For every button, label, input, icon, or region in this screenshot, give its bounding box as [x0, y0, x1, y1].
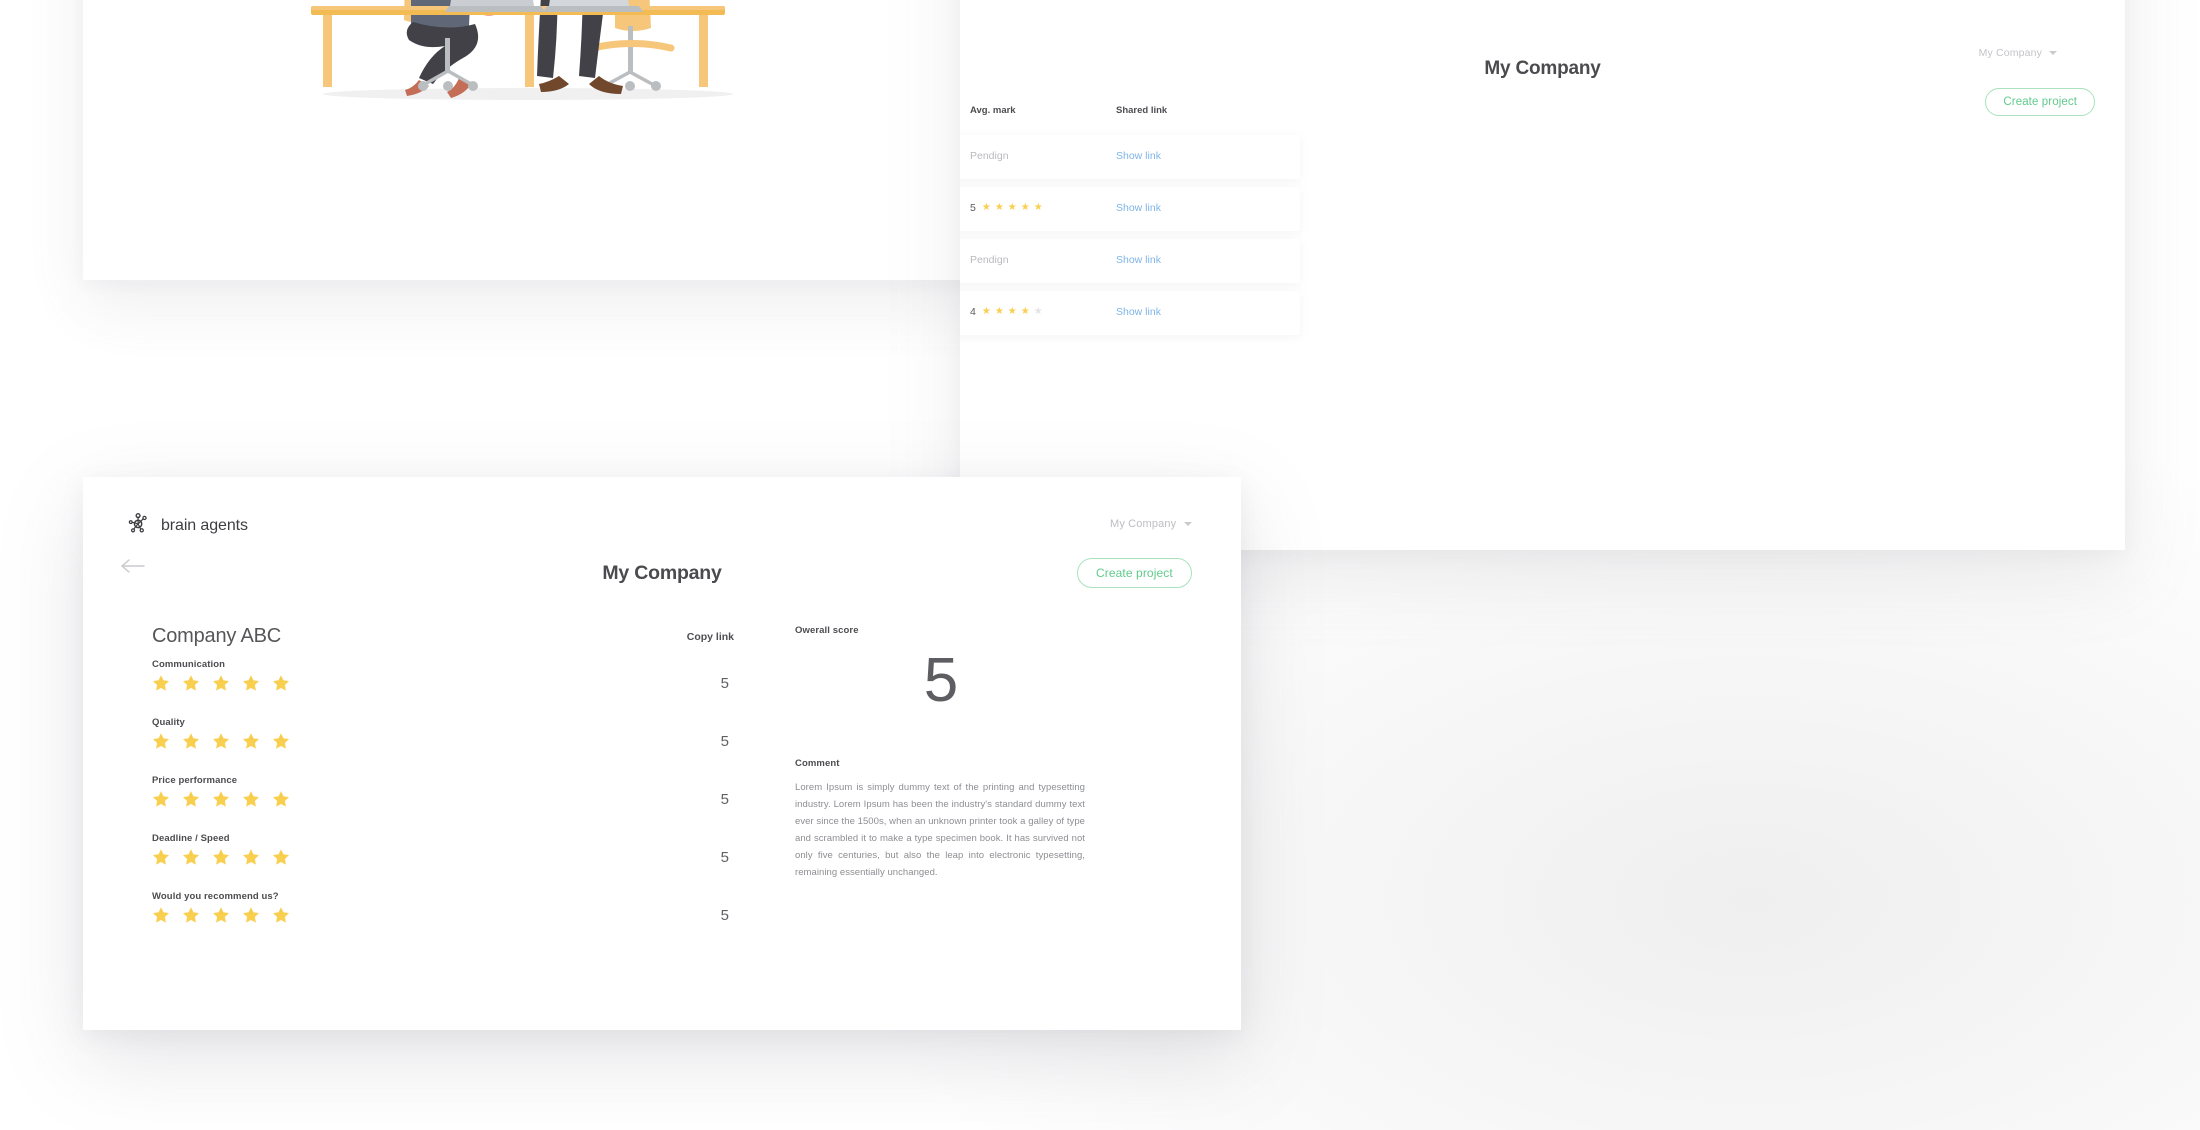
bg-table-header: Avg. mark Shared link — [960, 105, 1300, 135]
star-icon: ★ — [1020, 306, 1030, 317]
star-icon: ★ — [994, 306, 1004, 317]
criterion-value: 5 — [720, 675, 729, 692]
bg-page-title: My Company — [1484, 58, 1601, 79]
company-selector-label: My Company — [1110, 518, 1177, 530]
star-icon[interactable]: 5 — [272, 790, 290, 808]
criterion-stars[interactable]: 1 2 3 4 5 — [152, 906, 742, 924]
criterion-label: Communication — [152, 659, 226, 670]
review-criteria-panel: Company ABC Copy link Communication 1 2 … — [152, 625, 742, 949]
star-icon: ★ — [981, 202, 991, 213]
star-icon[interactable]: 3 — [212, 848, 230, 866]
bg-row-show-link[interactable]: Show link — [1116, 202, 1161, 214]
star-icon[interactable]: 1 — [152, 790, 170, 808]
criterion-row: Communication 1 2 3 4 5 5 — [152, 659, 742, 717]
bg-row-show-link[interactable]: Show link — [1116, 306, 1161, 318]
reviewed-company-name: Company ABC — [152, 625, 281, 647]
criterion-value: 5 — [720, 791, 729, 808]
star-icon[interactable]: 5 — [272, 848, 290, 866]
comment-label: Comment — [795, 758, 840, 769]
star-icon[interactable]: 1 — [152, 848, 170, 866]
brand-logo[interactable]: brain agents — [128, 512, 248, 539]
star-icon[interactable]: 5 — [272, 674, 290, 692]
company-selector[interactable]: My Company — [1110, 518, 2127, 530]
star-icon[interactable]: 1 — [152, 674, 170, 692]
bg-row-mark: 5 ★ ★ ★ ★ ★ — [970, 202, 1043, 214]
criterion-value: 5 — [720, 849, 729, 866]
projects-card: My Company My Company Create project Avg… — [960, 0, 2125, 550]
criterion-stars[interactable]: 1 2 3 4 5 — [152, 674, 742, 692]
star-icon[interactable]: 4 — [242, 732, 260, 750]
star-icon[interactable]: 1 — [152, 732, 170, 750]
review-header: Company ABC Copy link — [152, 625, 742, 659]
bg-row-show-link[interactable]: Show link — [1116, 254, 1161, 266]
star-icon: ★ — [1007, 202, 1017, 213]
chevron-down-icon — [1184, 522, 1193, 526]
overall-score-label: Owerall score — [795, 625, 859, 636]
star-icon[interactable]: 3 — [212, 732, 230, 750]
star-icon[interactable]: 2 — [182, 906, 200, 924]
brand-name: brain agents — [161, 516, 248, 534]
bg-col-shared-link: Shared link — [1116, 105, 1168, 116]
bg-row-mark: Pendign — [970, 150, 1009, 162]
star-icon: ★ — [1033, 202, 1043, 213]
star-icon[interactable]: 3 — [212, 674, 230, 692]
criterion-value: 5 — [720, 733, 729, 750]
bg-projects-table: Avg. mark Shared link Pendign Show link … — [960, 105, 1300, 343]
create-project-button[interactable]: Create project — [1077, 558, 1192, 588]
star-icon: ★ — [1007, 306, 1017, 317]
star-icon[interactable]: 5 — [272, 732, 290, 750]
star-icon[interactable]: 3 — [212, 790, 230, 808]
star-icon: ★ — [994, 202, 1004, 213]
star-icon: ★ — [1020, 202, 1030, 213]
bg-create-project-button[interactable]: Create project — [1985, 88, 2095, 116]
star-icon[interactable]: 4 — [242, 848, 260, 866]
bg-row-mark: Pendign — [970, 254, 1009, 266]
criterion-stars[interactable]: 1 2 3 4 5 — [152, 790, 742, 808]
table-row[interactable]: Pendign Show link — [960, 135, 1300, 179]
bg-col-avg-mark: Avg. mark — [970, 105, 1016, 116]
criterion-row: Deadline / Speed 1 2 3 4 5 5 — [152, 833, 742, 891]
criterion-row: Would you recommend us? 1 2 3 4 5 5 — [152, 891, 742, 949]
overall-and-comment-panel: Owerall score 5 Comment Lorem Ipsum is s… — [795, 625, 1085, 881]
copy-link-label[interactable]: Copy link — [687, 631, 734, 643]
page-title: My Company — [602, 562, 722, 584]
star-icon[interactable]: 2 — [182, 848, 200, 866]
star-icon[interactable]: 4 — [242, 790, 260, 808]
molecule-network-icon — [128, 512, 150, 539]
table-row[interactable]: Company LTC Pendign Show link — [960, 239, 1300, 283]
criterion-row: Price performance 1 2 3 4 5 5 — [152, 775, 742, 833]
star-icon[interactable]: 2 — [182, 674, 200, 692]
comment-text: Lorem Ipsum is simply dummy text of the … — [795, 782, 1085, 878]
bg-row-show-link[interactable]: Show link — [1116, 150, 1161, 162]
criterion-label: Quality — [152, 717, 185, 728]
chevron-down-icon — [2049, 51, 2057, 55]
coworkers-illustration — [293, 0, 763, 108]
star-icon: ★ — [981, 306, 991, 317]
overall-score-value: 5 — [923, 646, 958, 715]
star-icon[interactable]: 2 — [182, 732, 200, 750]
criterion-value: 5 — [720, 907, 729, 924]
bg-row-mark: 4 ★ ★ ★ ★ ★ — [970, 306, 1043, 318]
star-icon[interactable]: 4 — [242, 906, 260, 924]
criterion-stars[interactable]: 1 2 3 4 5 — [152, 732, 742, 750]
criterion-label: Deadline / Speed — [152, 833, 230, 844]
star-icon[interactable]: 3 — [212, 906, 230, 924]
star-icon[interactable]: 1 — [152, 906, 170, 924]
star-icon[interactable]: 5 — [272, 906, 290, 924]
star-icon[interactable]: 2 — [182, 790, 200, 808]
table-row[interactable]: 5 ★ ★ ★ ★ ★ Show link — [960, 187, 1300, 231]
table-row[interactable]: Company ZLT 4 ★ ★ ★ ★ ★ Show link — [960, 291, 1300, 335]
star-icon[interactable]: 4 — [242, 674, 260, 692]
criterion-label: Price performance — [152, 775, 238, 786]
criterion-label: Would you recommend us? — [152, 891, 279, 902]
criterion-stars[interactable]: 1 2 3 4 5 — [152, 848, 742, 866]
star-icon: ★ — [1033, 306, 1043, 317]
criterion-row: Quality 1 2 3 4 5 5 — [152, 717, 742, 775]
